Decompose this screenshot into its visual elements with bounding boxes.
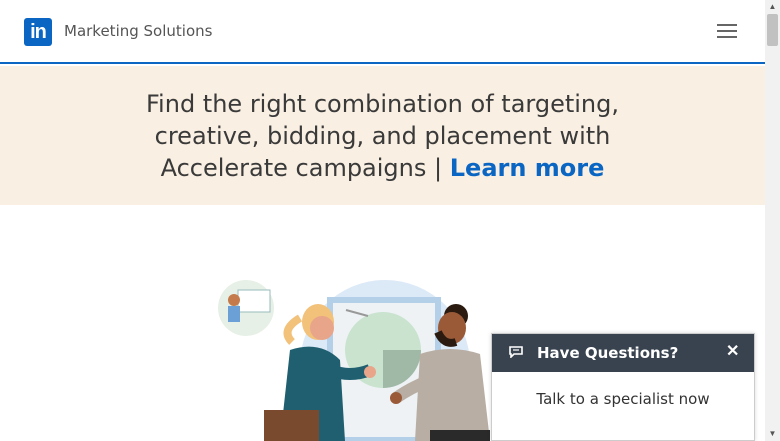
man-pants <box>430 430 490 441</box>
woman-ponytail <box>283 314 303 345</box>
close-icon[interactable]: ✕ <box>726 343 739 361</box>
illustration <box>218 280 490 441</box>
woman-bag <box>264 410 319 441</box>
chat-widget: Have Questions? ✕ Talk to a specialist n… <box>491 333 755 441</box>
scrollbar[interactable]: ▲ ▼ <box>765 0 780 441</box>
logo-text: in <box>30 21 47 43</box>
man-hand <box>390 392 402 404</box>
site-header: in Marketing Solutions <box>0 0 765 64</box>
linkedin-logo[interactable]: in <box>24 18 52 46</box>
learn-more-link[interactable]: Learn more <box>450 154 605 182</box>
chat-icon <box>509 346 523 358</box>
promo-banner: Find the right combination of targeting,… <box>0 66 765 205</box>
chat-header[interactable]: Have Questions? ✕ <box>492 334 754 372</box>
chat-title: Have Questions? <box>537 344 679 362</box>
vignette-person-body <box>228 306 240 322</box>
brand-title[interactable]: Marketing Solutions <box>64 22 212 40</box>
vignette-person-head <box>228 294 240 306</box>
man-body <box>415 349 490 441</box>
hamburger-menu-icon[interactable] <box>717 24 741 40</box>
vignette-screen <box>237 289 271 313</box>
scroll-down-icon[interactable]: ▼ <box>765 427 780 441</box>
chat-cta[interactable]: Talk to a specialist now <box>492 390 754 408</box>
banner-text: Find the right combination of targeting,… <box>100 88 665 184</box>
scroll-thumb[interactable] <box>767 14 778 46</box>
scroll-up-icon[interactable]: ▲ <box>765 0 780 14</box>
woman-face <box>310 316 334 340</box>
woman-hand <box>364 366 376 378</box>
